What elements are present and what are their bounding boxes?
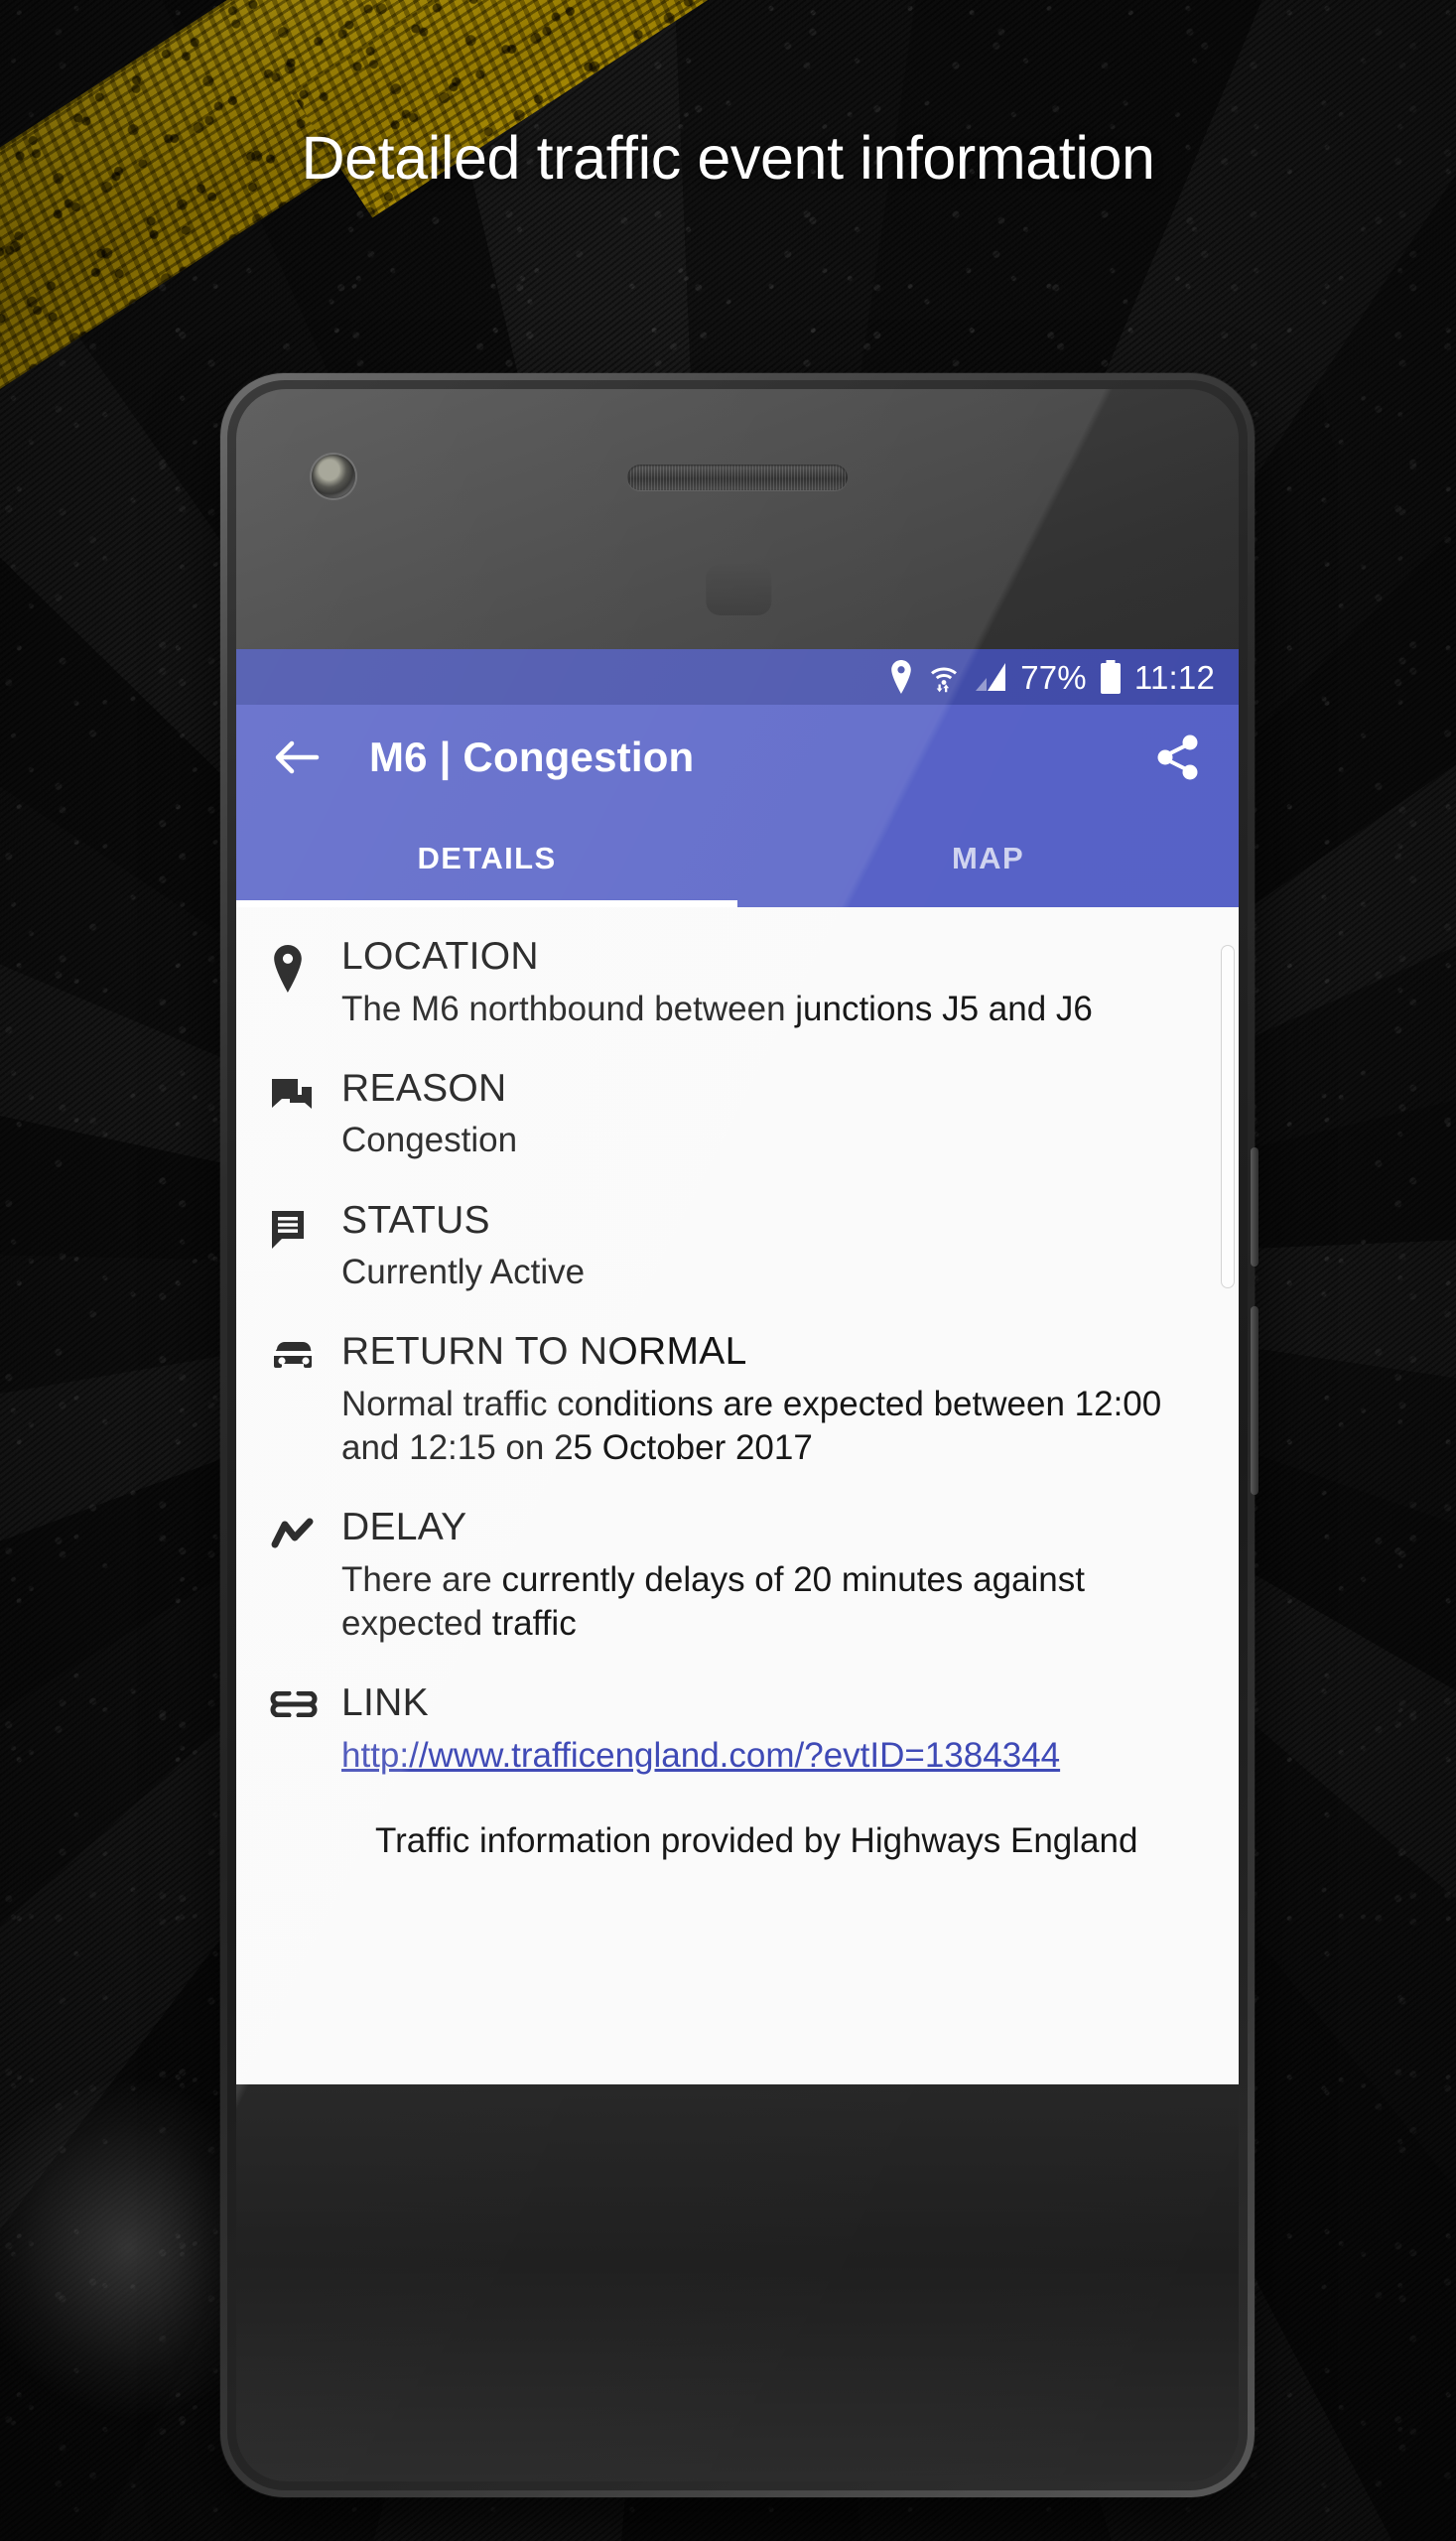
detail-value: Congestion [341,1121,518,1160]
proximity-sensor [706,564,772,615]
detail-row-delay: DELAY There are currently delays of 20 m… [236,1506,1239,1646]
detail-value: The M6 northbound between junctions J5 a… [341,989,1093,1028]
detail-value: There are currently delays of 20 minutes… [341,1559,1085,1643]
promo-screenshot: Detailed traffic event information 77% 1… [0,0,1456,2541]
detail-row-location: LOCATION The M6 northbound between junct… [236,935,1239,1031]
chat-bubble-icon [270,1067,341,1163]
front-camera-icon [312,455,355,498]
tab-bar: DETAILS MAP [236,810,1239,907]
details-list[interactable]: LOCATION The M6 northbound between junct… [236,907,1239,2084]
phone-bottom-bezel [236,2084,1239,2481]
detail-row-return-to-normal: RETURN TO NORMAL Normal traffic conditio… [236,1330,1239,1470]
phone-mockup: 77% 11:12 M6 | Congestion DETAILS MAP LO… [220,373,1258,2497]
detail-row-reason: REASON Congestion [236,1067,1239,1163]
detail-label: STATUS [341,1198,490,1242]
arrow-left-icon[interactable] [266,727,328,788]
location-pin-icon [888,660,914,694]
scrollbar-thumb[interactable] [1221,945,1235,1288]
detail-label: LOCATION [341,935,539,978]
detail-label: RETURN TO NORMAL [341,1330,747,1374]
detail-row-status: STATUS Currently Active [236,1199,1239,1295]
phone-screen: 77% 11:12 M6 | Congestion DETAILS MAP LO… [236,649,1239,2084]
detail-value: Currently Active [341,1253,586,1292]
clock-label: 11:12 [1133,658,1215,696]
detail-label: REASON [341,1066,507,1110]
wifi-icon [927,660,961,694]
battery-icon [1100,660,1122,694]
comment-lines-icon [270,1199,341,1295]
link-chain-icon [270,1681,341,1778]
status-bar: 77% 11:12 [236,649,1239,705]
attribution-footnote: Traffic information provided by Highways… [375,1820,1138,1860]
detail-link[interactable]: http://www.trafficengland.com/?evtID=138… [341,1736,1060,1775]
location-pin-icon [270,935,341,1031]
phone-face: 77% 11:12 M6 | Congestion DETAILS MAP LO… [236,389,1239,2481]
detail-label: LINK [341,1681,429,1725]
tab-map[interactable]: MAP [737,810,1239,907]
detail-label: DELAY [341,1506,467,1549]
page-title: M6 | Congestion [369,734,695,780]
power-button[interactable] [1251,1147,1258,1267]
phone-bezel: 77% 11:12 M6 | Congestion DETAILS MAP LO… [227,380,1248,2490]
share-icon[interactable] [1147,727,1209,788]
app-bar: M6 | Congestion [236,705,1239,810]
battery-percent-label: 77% [1020,658,1087,696]
earpiece-speaker [627,465,848,490]
tab-details[interactable]: DETAILS [236,810,737,907]
signal-bars-icon [974,661,1007,693]
volume-button[interactable] [1251,1306,1258,1495]
detail-value: Normal traffic conditions are expected b… [341,1384,1162,1468]
promo-headline: Detailed traffic event information [301,124,1155,192]
car-icon [270,1330,341,1470]
trending-zigzag-icon [270,1506,341,1646]
detail-row-link: LINK http://www.trafficengland.com/?evtI… [236,1681,1239,1778]
